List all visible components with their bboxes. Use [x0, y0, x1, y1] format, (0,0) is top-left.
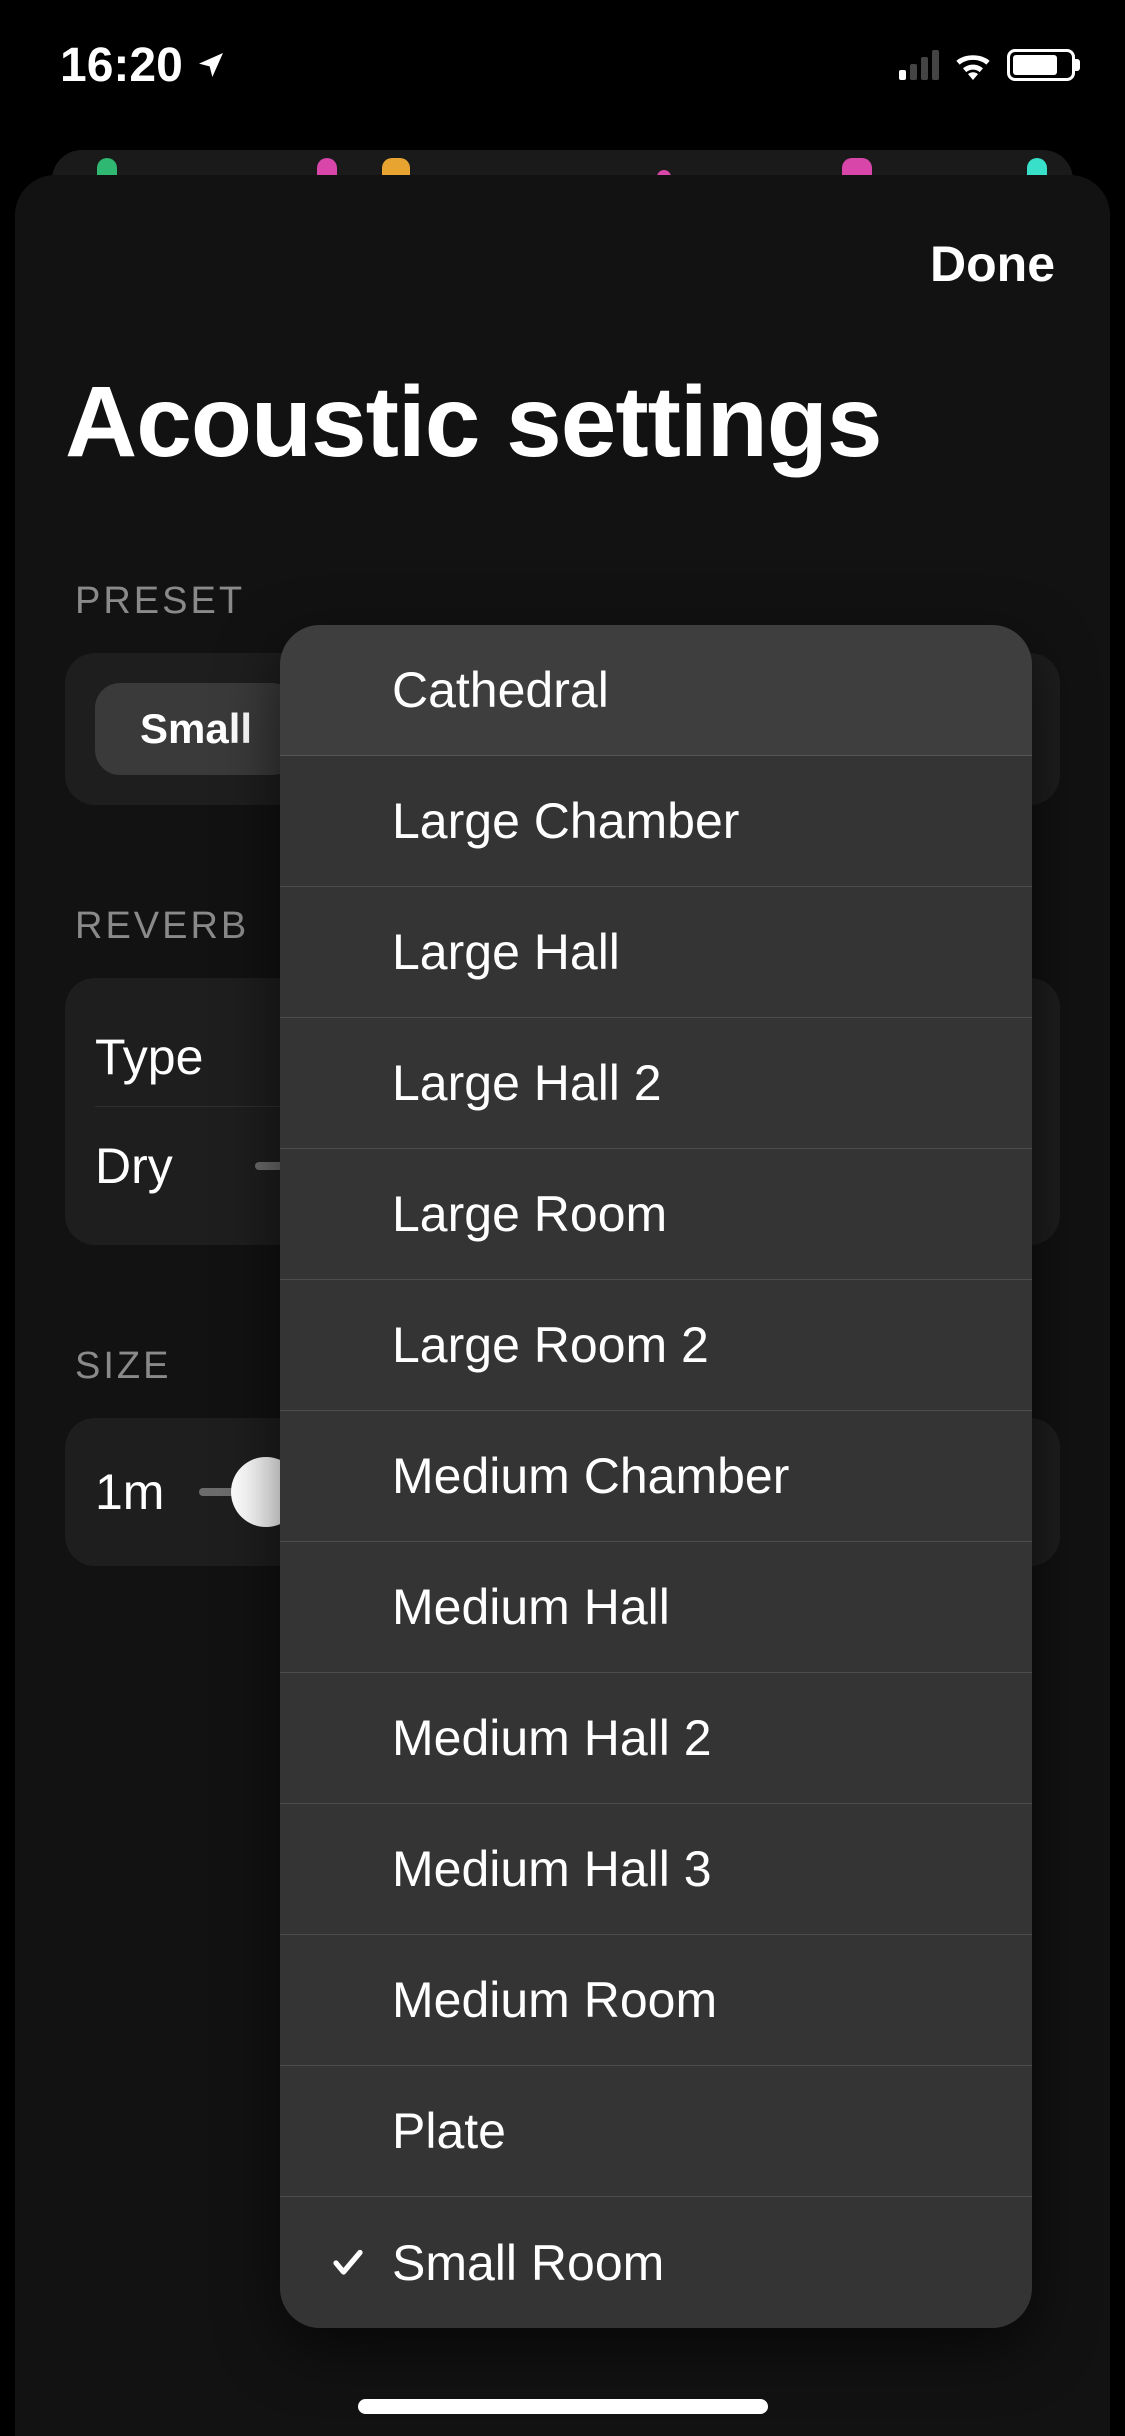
dropdown-option-label: Medium Hall [392, 1578, 670, 1636]
preset-selected-pill[interactable]: Small [95, 683, 297, 775]
dropdown-option-label: Medium Room [392, 1971, 717, 2029]
dropdown-option[interactable]: Medium Hall [280, 1542, 1032, 1673]
preset-header: PRESET [65, 580, 1060, 623]
dropdown-option-label: Large Room 2 [392, 1316, 709, 1374]
dropdown-option[interactable]: Medium Hall 2 [280, 1673, 1032, 1804]
dropdown-option-label: Medium Hall 2 [392, 1709, 712, 1767]
dropdown-option[interactable]: Large Hall [280, 887, 1032, 1018]
reverb-type-dropdown: Cathedral Large Chamber Large Hall Large Ha… [280, 625, 1032, 2328]
dropdown-option[interactable]: Large Room [280, 1149, 1032, 1280]
dropdown-option-label: Cathedral [392, 661, 609, 719]
dropdown-option[interactable]: Medium Hall 3 [280, 1804, 1032, 1935]
done-button[interactable]: Done [930, 235, 1055, 293]
dropdown-option[interactable]: Large Room 2 [280, 1280, 1032, 1411]
dropdown-option-label: Medium Hall 3 [392, 1840, 712, 1898]
dropdown-option-label: Large Chamber [392, 792, 739, 850]
dropdown-option-label: Large Hall 2 [392, 1054, 662, 1112]
status-time: 16:20 [60, 38, 183, 93]
dropdown-option[interactable]: Medium Room [280, 1935, 1032, 2066]
battery-icon [1007, 49, 1075, 81]
dropdown-option-label: Large Room [392, 1185, 667, 1243]
home-indicator[interactable] [358, 2399, 768, 2414]
dropdown-option-label: Large Hall [392, 923, 620, 981]
location-icon [195, 49, 227, 81]
check-icon [330, 2245, 366, 2281]
wifi-icon [953, 50, 993, 80]
dropdown-option-label: Small Room [392, 2234, 664, 2292]
reverb-type-label: Type [95, 1028, 225, 1086]
dropdown-option[interactable]: Cathedral [280, 625, 1032, 756]
status-icons [899, 49, 1075, 81]
dropdown-option[interactable]: Plate [280, 2066, 1032, 2197]
size-min-label: 1m [95, 1463, 164, 1521]
dropdown-option-label: Medium Chamber [392, 1447, 789, 1505]
reverb-dry-label: Dry [95, 1137, 225, 1195]
cellular-signal-icon [899, 50, 939, 80]
dropdown-option-label: Plate [392, 2102, 506, 2160]
dropdown-option[interactable]: Medium Chamber [280, 1411, 1032, 1542]
status-time-group: 16:20 [60, 38, 227, 93]
dropdown-option[interactable]: Large Chamber [280, 756, 1032, 887]
status-bar: 16:20 [0, 0, 1125, 130]
dropdown-option[interactable]: Small Room [280, 2197, 1032, 2328]
dropdown-option[interactable]: Large Hall 2 [280, 1018, 1032, 1149]
